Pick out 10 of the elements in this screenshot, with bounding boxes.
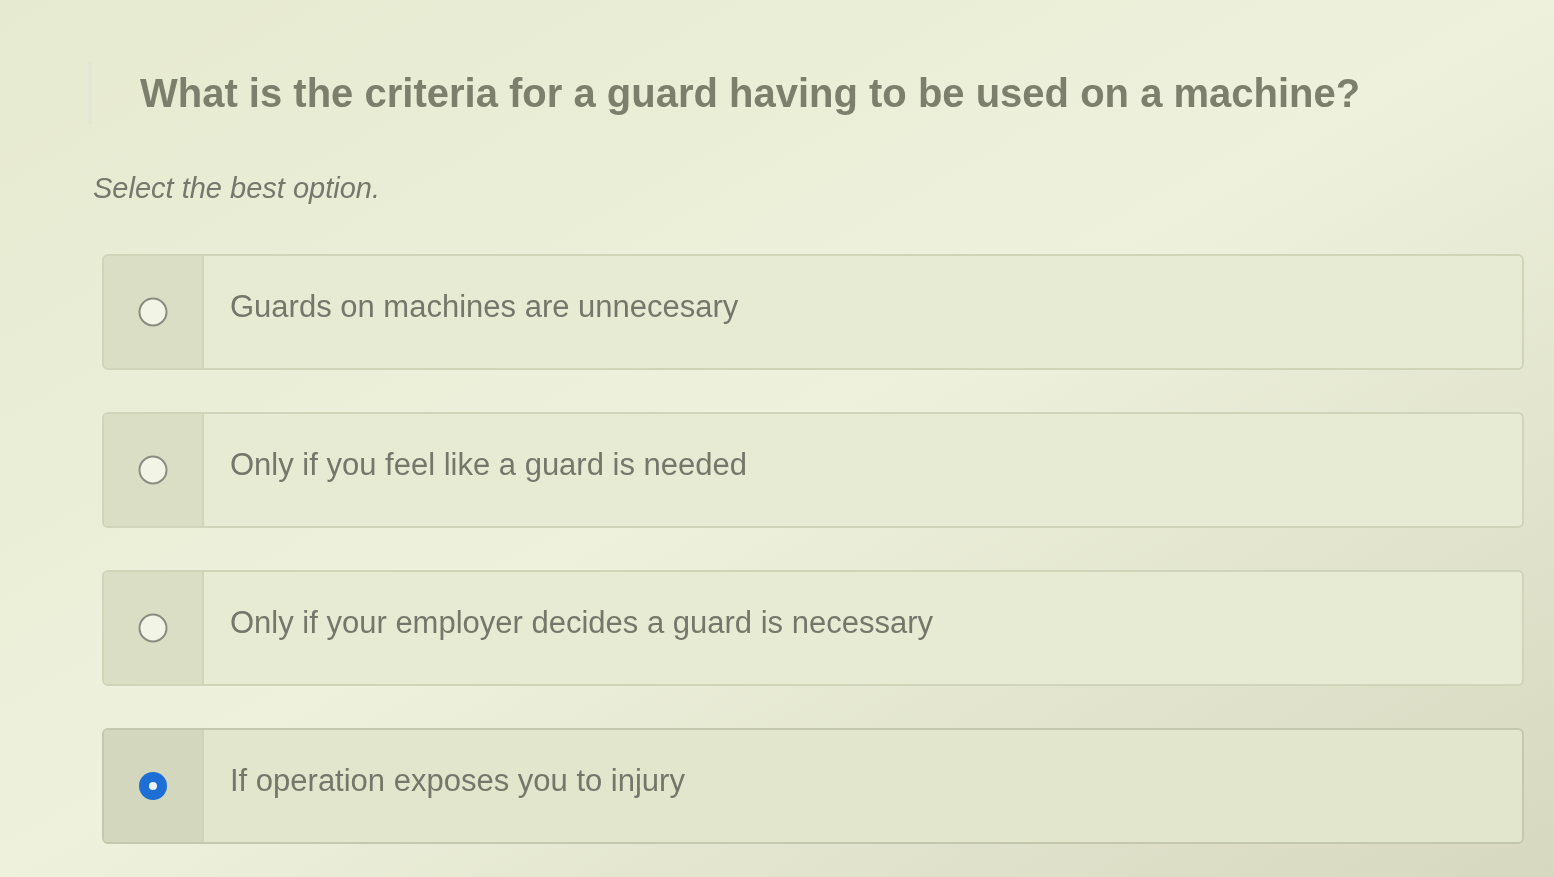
radio-icon[interactable] [138, 455, 168, 485]
radio-icon[interactable] [138, 613, 168, 643]
instruction-text: Select the best option. [92, 171, 381, 206]
question-title: What is the criteria for a guard having to be used on a machine? [140, 70, 1362, 117]
radio-selected-icon[interactable] [138, 771, 168, 801]
radio-icon[interactable] [138, 297, 168, 327]
answer-option[interactable]: Guards on machines are unnecesary [102, 254, 1524, 370]
answer-option[interactable]: If operation exposes you to injury [102, 728, 1524, 844]
answer-option[interactable]: Only if you feel like a guard is needed [102, 412, 1524, 528]
answer-option[interactable]: Only if your employer decides a guard is necessary [102, 570, 1524, 686]
